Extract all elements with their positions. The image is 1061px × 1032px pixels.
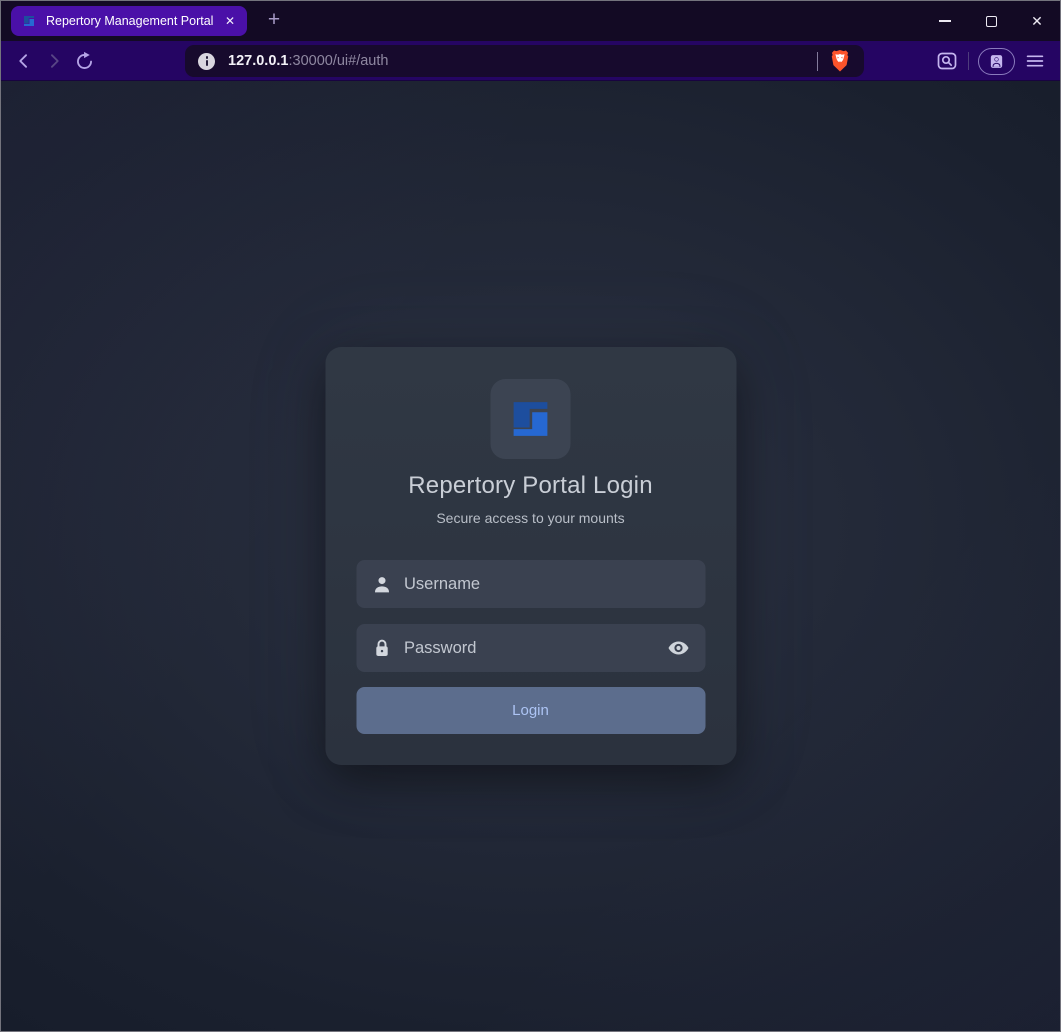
new-tab-button[interactable]: + <box>261 8 287 34</box>
url-host: 127.0.0.1 <box>228 53 288 69</box>
menu-button[interactable] <box>1024 50 1046 72</box>
browser-tab[interactable]: Repertory Management Portal ✕ <box>11 6 247 36</box>
lock-icon <box>371 638 392 659</box>
login-button[interactable]: Login <box>356 687 705 734</box>
app-logo <box>491 379 571 459</box>
sidebar-search-icon <box>935 49 959 73</box>
eye-icon <box>666 636 690 660</box>
tab-bar: Repertory Management Portal ✕ + ✕ <box>1 1 1060 41</box>
reload-icon <box>74 51 95 72</box>
minimize-button[interactable] <box>922 1 968 41</box>
address-bar-divider <box>817 52 818 71</box>
maximize-icon <box>986 16 997 27</box>
username-input[interactable] <box>404 575 690 594</box>
toolbar-right-icons <box>935 48 1052 75</box>
maximize-button[interactable] <box>968 1 1014 41</box>
browser-toolbar: 127.0.0.1:30000/ui#/auth <box>1 41 1060 81</box>
back-button[interactable] <box>9 46 39 76</box>
repertory-favicon-icon <box>21 13 37 29</box>
password-input[interactable] <box>404 639 654 658</box>
profile-icon <box>988 53 1005 70</box>
close-button[interactable]: ✕ <box>1014 1 1060 41</box>
password-field-container <box>356 624 705 672</box>
back-icon <box>14 51 34 71</box>
window-controls: ✕ <box>922 1 1060 41</box>
toolbar-divider <box>968 52 969 70</box>
login-card: Repertory Portal Login Secure access to … <box>325 347 736 765</box>
repertory-logo-icon <box>504 392 558 446</box>
close-icon: ✕ <box>1031 14 1043 28</box>
minimize-icon <box>939 20 951 22</box>
brave-shield-icon[interactable] <box>829 49 851 73</box>
forward-icon <box>44 51 64 71</box>
profile-button[interactable] <box>978 48 1015 75</box>
username-field-container <box>356 560 705 608</box>
browser-window: Repertory Management Portal ✕ + ✕ <box>0 0 1061 1032</box>
page-title: Repertory Portal Login <box>356 472 705 500</box>
menu-icon <box>1024 50 1046 72</box>
tab-close-icon[interactable]: ✕ <box>223 13 237 29</box>
forward-button[interactable] <box>39 46 69 76</box>
sidebar-search-button[interactable] <box>935 49 959 73</box>
url-text: 127.0.0.1:30000/ui#/auth <box>228 53 388 69</box>
reload-button[interactable] <box>69 46 99 76</box>
page-background: Repertory Portal Login Secure access to … <box>1 81 1060 1031</box>
tab-title: Repertory Management Portal <box>46 14 214 28</box>
person-icon <box>371 574 392 595</box>
toggle-password-visibility-button[interactable] <box>666 636 690 660</box>
url-path: :30000/ui#/auth <box>288 53 388 69</box>
address-bar[interactable]: 127.0.0.1:30000/ui#/auth <box>185 45 864 77</box>
page-subtitle: Secure access to your mounts <box>356 510 705 526</box>
site-info-icon[interactable] <box>198 53 215 70</box>
